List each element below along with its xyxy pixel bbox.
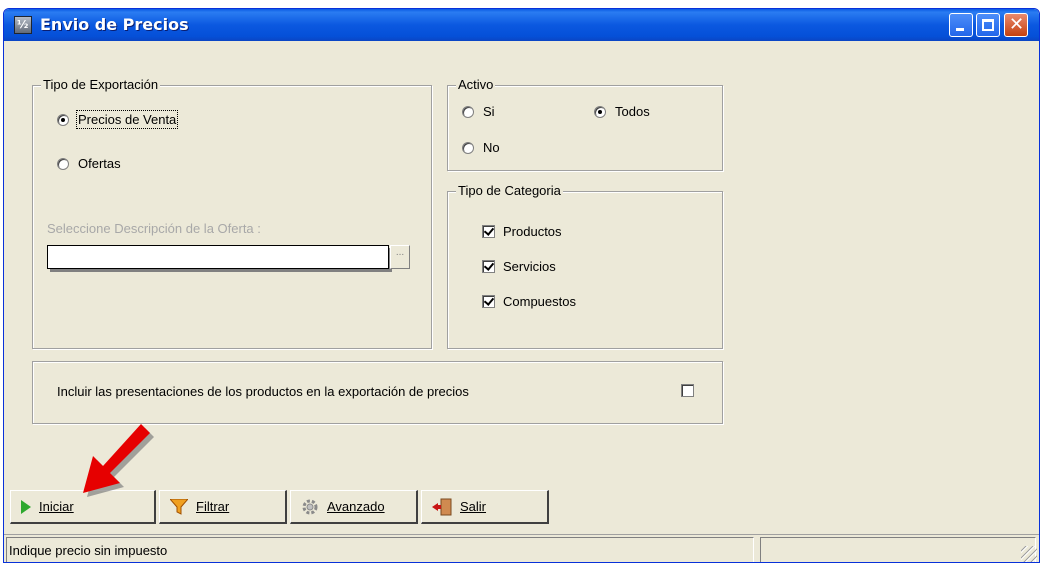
tipo-exportacion-group: Tipo de Exportación Precios de Venta Ofe… (32, 77, 432, 349)
radio-indicator (462, 105, 474, 118)
presentaciones-label: Incluir las presentaciones de los produc… (57, 384, 469, 399)
radio-todos[interactable]: Todos (594, 104, 650, 119)
radio-indicator (57, 113, 69, 126)
status-secondary (760, 537, 1036, 562)
radio-precios-venta[interactable]: Precios de Venta (57, 110, 179, 129)
checkbox-compuestos[interactable]: Compuestos (482, 294, 576, 309)
checkbox-indicator (482, 225, 495, 238)
radio-indicator (57, 157, 69, 170)
title-bar[interactable]: ½ Envio de Precios ✕ (4, 9, 1039, 41)
checkbox-label: Servicios (503, 259, 556, 274)
avanzado-label: Avanzado (327, 499, 385, 514)
resize-grip[interactable] (1021, 546, 1037, 562)
red-arrow-icon (83, 424, 154, 497)
radio-indicator (462, 141, 474, 154)
checkbox-indicator (681, 384, 694, 397)
radio-label: Si (483, 104, 495, 119)
salir-label: Salir (460, 499, 487, 514)
checkbox-label: Productos (503, 224, 562, 239)
presentaciones-group: Incluir las presentaciones de los produc… (32, 361, 723, 424)
funnel-icon (170, 498, 188, 515)
radio-label: Precios de Venta (75, 110, 179, 129)
checkbox-label: Compuestos (503, 294, 576, 309)
radio-si[interactable]: Si (462, 104, 495, 119)
exit-door-icon (432, 498, 452, 515)
tipo-categoria-legend: Tipo de Categoria (456, 183, 563, 198)
window-title: Envio de Precios (40, 15, 189, 34)
envio-precios-window: ½ Envio de Precios ✕ Tipo de Exportación… (3, 8, 1040, 563)
activo-group: Activo Si Todos No (447, 77, 723, 171)
oferta-description-input[interactable] (47, 245, 389, 269)
minimize-icon (956, 28, 964, 31)
close-button[interactable]: ✕ (1004, 13, 1028, 37)
tipo-categoria-group: Tipo de Categoria Productos Servicios Co… (447, 183, 723, 349)
play-icon (21, 499, 31, 514)
checkbox-indicator (482, 295, 495, 308)
minimize-button[interactable] (949, 13, 973, 37)
close-icon: ✕ (1009, 14, 1025, 35)
oferta-description-label: Seleccione Descripción de la Oferta : (47, 221, 261, 236)
app-icon: ½ (14, 16, 32, 34)
status-message: Indique precio sin impuesto (6, 537, 754, 562)
checkbox-indicator (482, 260, 495, 273)
checkbox-productos[interactable]: Productos (482, 224, 562, 239)
avanzado-button[interactable]: Avanzado (290, 490, 418, 524)
radio-no[interactable]: No (462, 140, 500, 155)
maximize-button[interactable] (976, 13, 1000, 37)
browse-oferta-button[interactable]: ... (390, 245, 410, 269)
radio-label: Todos (615, 104, 650, 119)
tipo-exportacion-legend: Tipo de Exportación (41, 77, 161, 92)
radio-indicator (594, 105, 606, 118)
iniciar-label: Iniciar (39, 499, 74, 514)
checkbox-servicios[interactable]: Servicios (482, 259, 556, 274)
maximize-icon (982, 19, 994, 31)
checkbox-presentaciones[interactable] (681, 384, 694, 397)
filtrar-button[interactable]: Filtrar (159, 490, 287, 524)
radio-label: Ofertas (78, 156, 121, 171)
filtrar-label: Filtrar (196, 499, 230, 514)
status-bar: Indique precio sin impuesto (4, 534, 1039, 562)
radio-ofertas[interactable]: Ofertas (57, 156, 121, 171)
activo-legend: Activo (456, 77, 496, 92)
gear-icon (302, 499, 318, 514)
salir-button[interactable]: Salir (421, 490, 549, 524)
radio-label: No (483, 140, 500, 155)
